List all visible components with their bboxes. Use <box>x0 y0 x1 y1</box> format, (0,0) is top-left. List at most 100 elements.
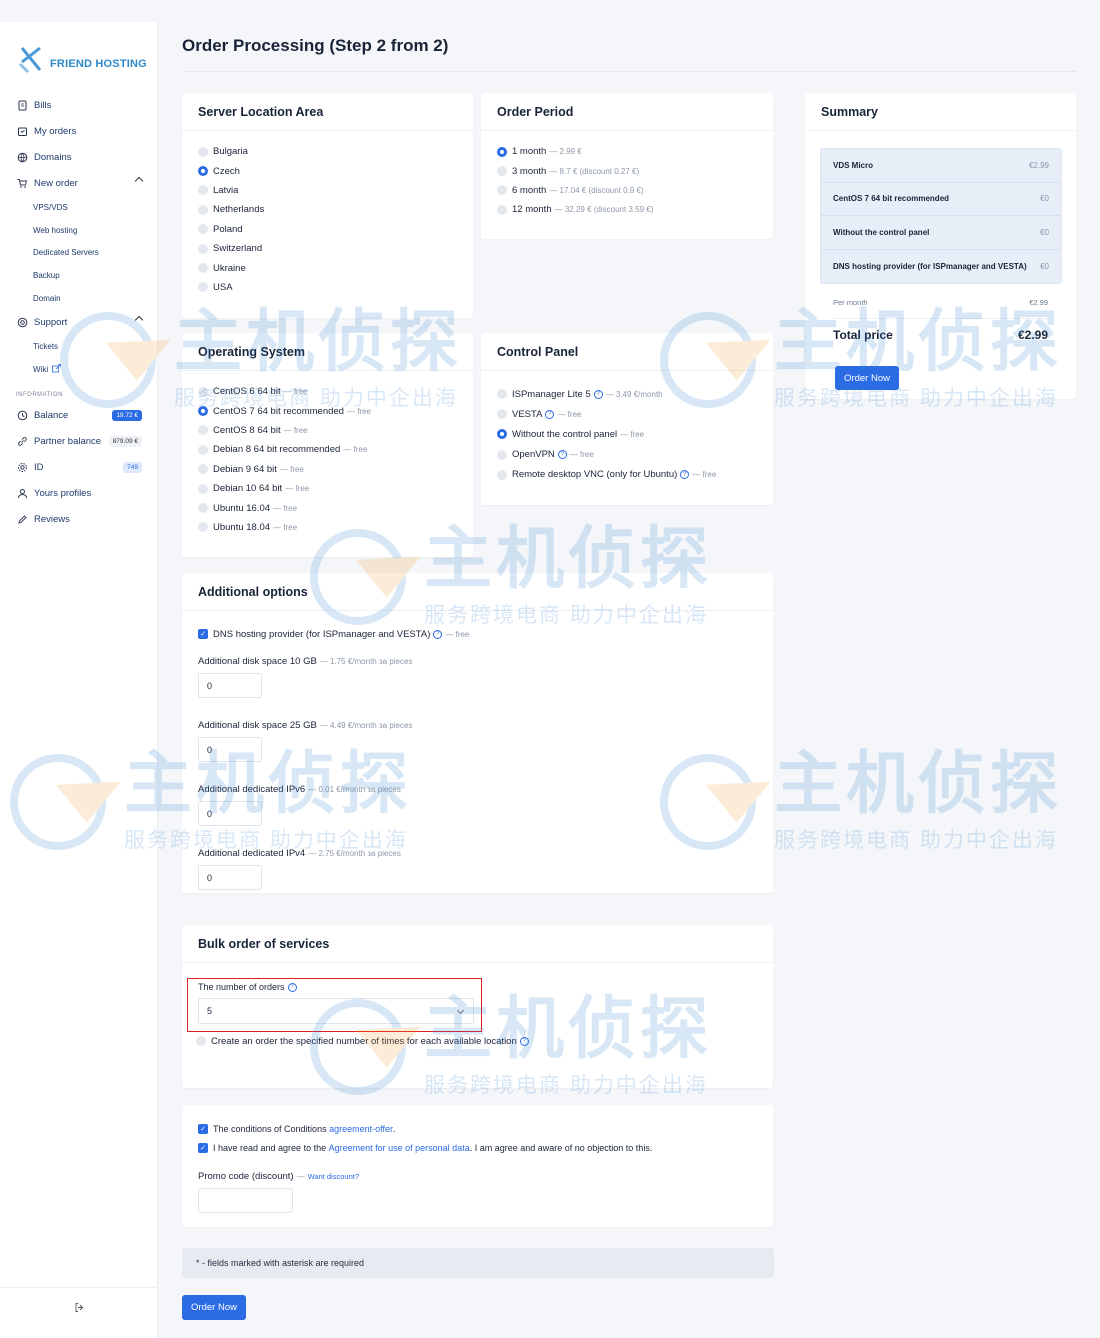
os-option[interactable]: Ubuntu 16.04— free <box>182 498 473 517</box>
logout-icon[interactable] <box>74 1302 85 1316</box>
personal-data-link[interactable]: Agreement for use of personal data <box>329 1143 470 1153</box>
panel-option[interactable]: VESTA? — free <box>481 404 773 424</box>
field-label-text: Additional disk space 10 GB <box>198 655 317 667</box>
sidebar-subitem-vps[interactable]: VPS/VDS <box>0 196 158 219</box>
external-link-icon <box>52 364 62 375</box>
sidebar-subitem-dedicated-servers[interactable]: Dedicated Servers <box>0 241 158 264</box>
checkbox-checked[interactable]: ✓ <box>198 629 208 639</box>
os-option[interactable]: CentOS 8 64 bit — free <box>182 421 473 440</box>
field-label-text: Additional disk space 25 GB <box>198 719 317 731</box>
location-option[interactable]: Switzerland <box>182 239 473 258</box>
panel-option[interactable]: OpenVPN? — free <box>481 445 773 465</box>
summary-row-label: Without the control panel <box>833 227 930 237</box>
help-icon[interactable]: ? <box>519 1036 529 1046</box>
os-option[interactable]: Ubuntu 18.04— free <box>182 518 473 537</box>
location-option[interactable]: Poland <box>182 220 473 239</box>
radio[interactable] <box>198 204 208 215</box>
radio[interactable] <box>198 243 208 254</box>
help-icon[interactable]: ? <box>433 629 443 639</box>
radio[interactable] <box>497 166 507 177</box>
agree-option[interactable]: ✓ I have read and agree to the Agreement… <box>182 1140 773 1156</box>
location-option[interactable]: Ukraine <box>182 258 473 277</box>
location-option[interactable]: Latvia <box>182 181 473 200</box>
radio[interactable] <box>497 204 507 215</box>
sidebar-subitem-web-hosting[interactable]: Web hosting <box>0 219 158 242</box>
brand-name: FRIEND HOSTING <box>50 58 147 70</box>
sidebar-subitem-wiki[interactable]: Wiki <box>0 358 158 381</box>
help-icon[interactable]: ? <box>593 389 603 399</box>
os-option[interactable]: Debian 10 64 bit — free <box>182 479 473 498</box>
panel-option[interactable]: ISPmanager Lite 5? — 3.49 €/month <box>481 384 773 404</box>
period-option[interactable]: 3 month — 8.7 € (discount 0.27 €) <box>481 161 773 180</box>
help-icon[interactable]: ? <box>557 450 567 460</box>
radio[interactable] <box>497 146 507 157</box>
sidebar-item-new-order[interactable]: New order <box>0 170 158 196</box>
logo[interactable]: FRIEND HOSTING <box>16 44 147 74</box>
sidebar-item-my-orders[interactable]: My orders <box>0 118 158 144</box>
want-discount-link[interactable]: Want discount? <box>308 1172 359 1181</box>
sidebar-subitem-tickets[interactable]: Tickets <box>0 335 158 358</box>
radio[interactable] <box>198 263 208 274</box>
sidebar-item-balance[interactable]: Balance 19.72 € <box>0 403 158 429</box>
period-option[interactable]: 12 month — 32.29 € (discount 3.59 €) <box>481 200 773 219</box>
os-option[interactable]: Debian 8 64 bit recommended — free <box>182 440 473 459</box>
radio[interactable] <box>198 425 208 436</box>
checkbox[interactable] <box>196 1036 206 1046</box>
radio[interactable] <box>198 282 208 293</box>
radio[interactable] <box>198 185 208 196</box>
period-option[interactable]: 1 month — 2.99 € <box>481 142 773 161</box>
sidebar-subitem-backup[interactable]: Backup <box>0 264 158 287</box>
radio[interactable] <box>198 406 208 417</box>
summary-order-now-button[interactable]: Order Now <box>835 366 899 390</box>
os-option[interactable]: CentOS 7 64 bit recommended — free <box>182 401 473 420</box>
sidebar-subitem-domain[interactable]: Domain <box>0 287 158 310</box>
conditions-option[interactable]: ✓ The conditions of Conditions agreement… <box>182 1121 773 1137</box>
radio[interactable] <box>198 503 208 514</box>
period-option[interactable]: 6 month — 17.04 € (discount 0.9 €) <box>481 181 773 200</box>
radio[interactable] <box>497 389 507 400</box>
each-location-option[interactable]: Create an order the specified number of … <box>182 1033 773 1049</box>
radio[interactable] <box>198 146 208 157</box>
help-icon[interactable]: ? <box>545 409 555 419</box>
panel-option[interactable]: Remote desktop VNC (only for Ubuntu)? — f… <box>481 465 773 485</box>
ipv6-input[interactable]: 0 <box>198 801 262 826</box>
location-option[interactable]: Netherlands <box>182 200 473 219</box>
sidebar-item-partner-balance[interactable]: Partner balance 879.09 € <box>0 429 158 455</box>
dns-option[interactable]: ✓ DNS hosting provider (for ISPmanager a… <box>182 626 773 642</box>
radio[interactable] <box>497 409 507 420</box>
radio[interactable] <box>198 224 208 235</box>
help-icon[interactable]: ? <box>680 470 690 480</box>
os-option[interactable]: Debian 9 64 bit — free <box>182 460 473 479</box>
title-divider <box>182 71 1076 72</box>
sidebar-item-profiles[interactable]: Yours profiles <box>0 481 158 507</box>
panel-option[interactable]: Without the control panel — free <box>481 424 773 444</box>
disk-25gb-input[interactable]: 0 <box>198 737 262 762</box>
radio[interactable] <box>497 185 507 196</box>
radio[interactable] <box>497 469 507 480</box>
sidebar-item-domains[interactable]: Domains <box>0 144 158 170</box>
radio[interactable] <box>198 522 208 533</box>
disk-10gb-input[interactable]: 0 <box>198 673 262 698</box>
checkbox-checked[interactable]: ✓ <box>198 1143 208 1153</box>
radio[interactable] <box>497 429 507 440</box>
radio[interactable] <box>198 483 208 494</box>
location-option[interactable]: Bulgaria <box>182 142 473 161</box>
ipv4-input[interactable]: 0 <box>198 865 262 890</box>
agreement-offer-link[interactable]: agreement-offer <box>329 1124 393 1134</box>
promo-code-input[interactable] <box>198 1188 293 1213</box>
checkbox-checked[interactable]: ✓ <box>198 1124 208 1134</box>
radio[interactable] <box>198 444 208 455</box>
radio[interactable] <box>497 449 507 460</box>
radio[interactable] <box>198 386 208 397</box>
radio[interactable] <box>198 166 208 177</box>
radio[interactable] <box>198 464 208 475</box>
sidebar-item-bills[interactable]: Bills <box>0 92 158 118</box>
order-now-button[interactable]: Order Now <box>182 1295 246 1320</box>
location-option[interactable]: Czech <box>182 161 473 180</box>
sidebar-item-support[interactable]: Support <box>0 309 158 335</box>
location-option[interactable]: USA <box>182 278 473 297</box>
option-note: — free <box>273 522 298 532</box>
sidebar-item-reviews[interactable]: Reviews <box>0 507 158 533</box>
os-option[interactable]: CentOS 6 64 bit — free <box>182 382 473 401</box>
sidebar-item-id[interactable]: ID 749 <box>0 455 158 481</box>
